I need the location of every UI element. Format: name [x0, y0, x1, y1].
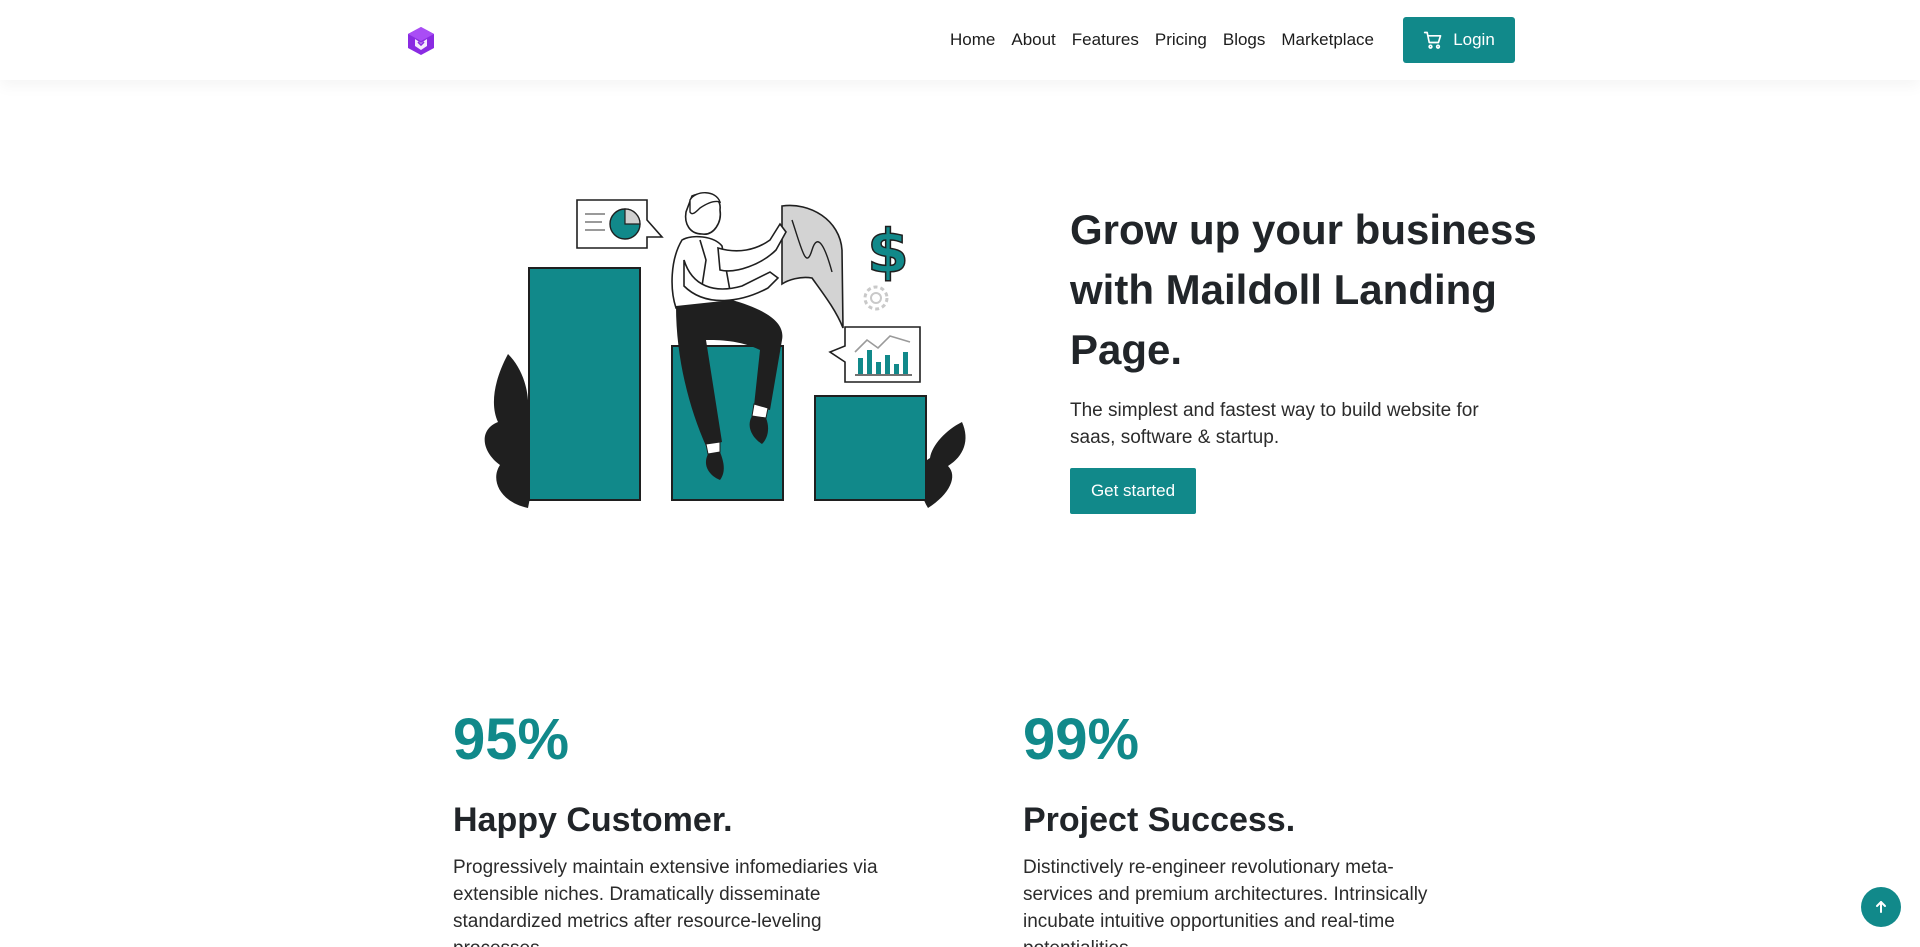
hero-subtitle: The simplest and fastest way to build we…	[1070, 400, 1479, 448]
business-growth-illustration: $	[484, 192, 966, 508]
get-started-button[interactable]: Get started	[1070, 468, 1196, 514]
cube-logo-icon[interactable]	[406, 26, 436, 56]
stat-project-success: 99% Project Success. Distinctively re-en…	[1023, 705, 1473, 947]
nav-marketplace[interactable]: Marketplace	[1281, 30, 1374, 50]
stat-value: 99%	[1023, 707, 1140, 772]
nav-home[interactable]: Home	[950, 30, 995, 50]
stat-happy-customer: 95% Happy Customer. Progressively mainta…	[453, 705, 903, 947]
login-button[interactable]: Login	[1403, 17, 1515, 63]
scroll-to-top-button[interactable]	[1861, 887, 1901, 927]
nav-about[interactable]: About	[1011, 30, 1055, 50]
stat-label: Project Success.	[1023, 801, 1296, 839]
main-nav: Home About Features Pricing Blogs Market…	[950, 0, 1374, 80]
hero-title: Grow up your business with Maildoll Land…	[1070, 206, 1537, 373]
arrow-up-icon	[1876, 901, 1886, 913]
nav-features[interactable]: Features	[1072, 30, 1139, 50]
stat-label: Happy Customer.	[453, 801, 733, 839]
stat-description: Distinctively re-engineer revolutionary …	[1023, 857, 1428, 947]
navbar: Home About Features Pricing Blogs Market…	[0, 0, 1920, 80]
login-label: Login	[1453, 30, 1495, 49]
dollar-symbol: $	[867, 217, 909, 287]
nav-blogs[interactable]: Blogs	[1223, 30, 1266, 50]
stat-description: Progressively maintain extensive infomed…	[453, 857, 878, 947]
stat-value: 95%	[453, 707, 570, 772]
nav-pricing[interactable]: Pricing	[1155, 30, 1207, 50]
cart-icon	[1424, 31, 1442, 49]
